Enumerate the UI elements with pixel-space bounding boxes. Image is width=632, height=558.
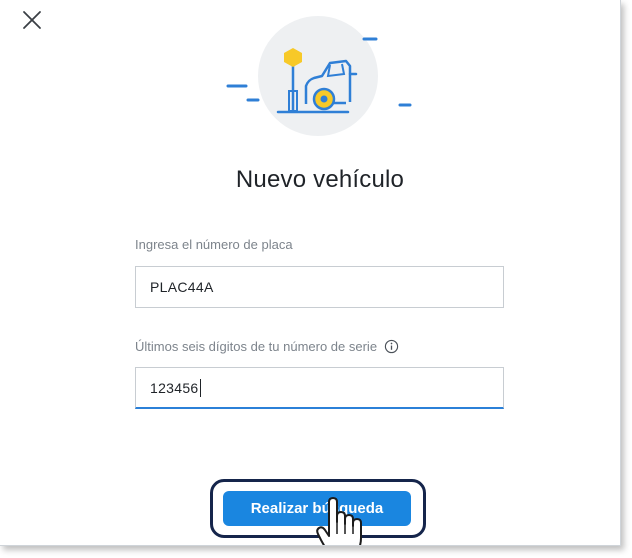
new-vehicle-dialog: Nuevo vehículo Ingresa el número de plac… (0, 0, 621, 546)
serial-input[interactable]: 123456 (135, 367, 504, 409)
plate-input-value: PLAC44A (150, 279, 214, 295)
hand-pointer-icon (316, 497, 362, 545)
serial-label: Últimos seis dígitos de tu número de ser… (135, 339, 399, 354)
close-button[interactable] (20, 8, 46, 34)
plate-label-text: Ingresa el número de placa (135, 237, 293, 252)
text-caret (199, 378, 201, 397)
serial-input-value: 123456 (150, 379, 199, 396)
info-icon[interactable] (384, 339, 399, 354)
car-parking-icon (226, 16, 412, 136)
close-icon (23, 11, 41, 29)
plate-label: Ingresa el número de placa (135, 237, 293, 252)
serial-label-text: Últimos seis dígitos de tu número de ser… (135, 339, 378, 354)
dialog-title: Nuevo vehículo (235, 166, 405, 193)
plate-input[interactable]: PLAC44A (135, 266, 504, 308)
